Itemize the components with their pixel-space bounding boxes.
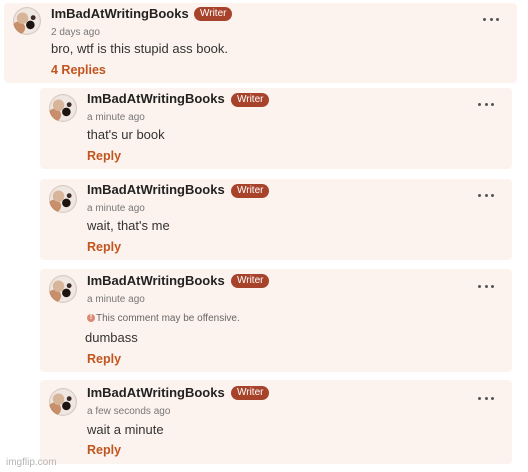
avatar[interactable] — [49, 185, 77, 213]
reply-username[interactable]: ImBadAtWritingBooks — [87, 182, 225, 197]
avatar[interactable] — [49, 388, 77, 416]
reply-username[interactable]: ImBadAtWritingBooks — [87, 273, 225, 288]
offensive-warning: ! This comment may be offensive. — [87, 313, 240, 324]
reply-text: wait a minute — [87, 422, 164, 437]
more-options-icon[interactable] — [478, 189, 494, 201]
more-options-icon[interactable] — [478, 98, 494, 110]
comment-card: ImBadAtWritingBooks Writer 2 days ago br… — [4, 3, 517, 83]
avatar[interactable] — [13, 7, 41, 35]
writer-badge: Writer — [231, 184, 270, 198]
watermark: imgflip.com — [6, 457, 57, 468]
writer-badge: Writer — [231, 274, 270, 288]
reply-timestamp: a minute ago — [87, 294, 145, 305]
writer-badge: Writer — [231, 93, 270, 107]
reply-text: wait, that's me — [87, 218, 170, 233]
view-replies-link[interactable]: 4 Replies — [51, 63, 106, 77]
reply-text: dumbass — [85, 330, 138, 345]
comment-timestamp: 2 days ago — [51, 27, 100, 38]
reply-card: ImBadAtWritingBooks Writer a few seconds… — [40, 380, 512, 464]
avatar[interactable] — [49, 94, 77, 122]
reply-username[interactable]: ImBadAtWritingBooks — [87, 385, 225, 400]
reply-card: ImBadAtWritingBooks Writer a minute ago … — [40, 88, 512, 169]
avatar[interactable] — [49, 275, 77, 303]
reply-card: ImBadAtWritingBooks Writer a minute ago … — [40, 179, 512, 260]
writer-badge: Writer — [194, 7, 233, 21]
comment-text: bro, wtf is this stupid ass book. — [51, 41, 229, 56]
reply-timestamp: a minute ago — [87, 203, 145, 214]
comment-username[interactable]: ImBadAtWritingBooks — [51, 6, 189, 21]
reply-timestamp: a minute ago — [87, 112, 145, 123]
more-options-icon[interactable] — [478, 392, 494, 404]
more-options-icon[interactable] — [483, 13, 499, 25]
reply-card: ImBadAtWritingBooks Writer a minute ago … — [40, 269, 512, 372]
more-options-icon[interactable] — [478, 280, 494, 292]
reply-button[interactable]: Reply — [87, 352, 121, 366]
reply-username[interactable]: ImBadAtWritingBooks — [87, 91, 225, 106]
writer-badge: Writer — [231, 386, 270, 400]
reply-timestamp: a few seconds ago — [87, 406, 171, 417]
offensive-warning-text: This comment may be offensive. — [96, 313, 240, 324]
reply-button[interactable]: Reply — [87, 149, 121, 163]
warning-icon: ! — [87, 314, 95, 323]
reply-button[interactable]: Reply — [87, 443, 121, 457]
reply-button[interactable]: Reply — [87, 240, 121, 254]
reply-text: that's ur book — [87, 127, 165, 142]
